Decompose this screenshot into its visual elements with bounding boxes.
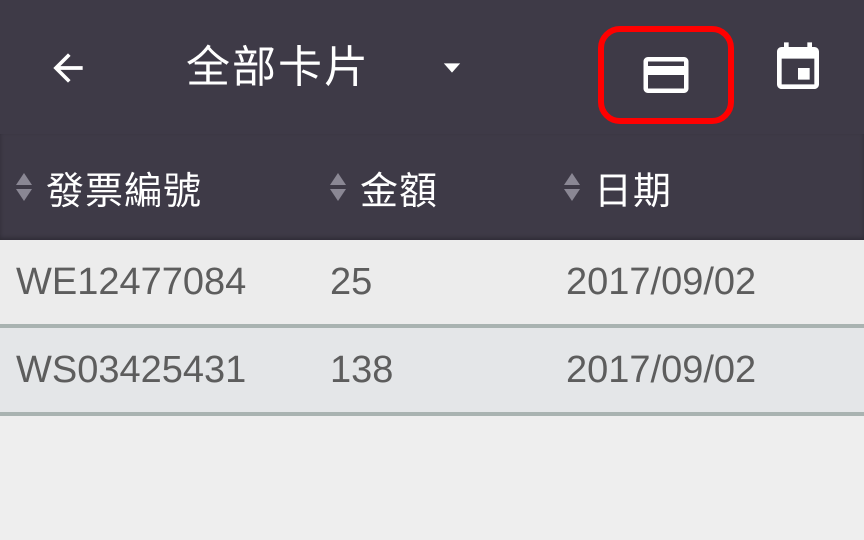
calendar-icon	[777, 42, 819, 89]
amount-cell: 25	[330, 261, 373, 303]
arrow-left-icon	[53, 53, 83, 83]
page-title: 全部卡片	[186, 42, 370, 93]
sort-icon	[560, 169, 584, 205]
column-header-amount[interactable]: 金額	[326, 134, 438, 240]
date-cell: 2017/09/02	[566, 261, 757, 303]
date-cell: 2017/09/02	[566, 349, 757, 391]
sort-icon	[326, 169, 350, 205]
app-screen: 全部卡片 發票編號 金額 日期 WE12477084 25 2017/09/02…	[0, 0, 864, 540]
amount-cell: 138	[330, 349, 394, 391]
invoice-number-cell: WE12477084	[16, 261, 247, 303]
table-row[interactable]: WE12477084 25 2017/09/02	[0, 240, 864, 328]
column-header-label: 發票編號	[46, 168, 203, 213]
sort-icon	[12, 169, 36, 205]
card-filter-dropdown-button[interactable]	[432, 48, 472, 88]
column-header-date[interactable]: 日期	[560, 134, 672, 240]
table-row[interactable]: WS03425431 138 2017/09/02	[0, 328, 864, 416]
calendar-view-button[interactable]	[766, 36, 830, 100]
card-view-button[interactable]	[598, 26, 734, 124]
top-toolbar: 全部卡片	[0, 0, 864, 134]
column-header-label: 日期	[594, 168, 673, 213]
card-filter-selector[interactable]: 全部卡片	[186, 36, 370, 100]
caret-down-icon	[443, 63, 461, 73]
invoice-number-cell: WS03425431	[16, 349, 247, 391]
column-header-invoice[interactable]: 發票編號	[12, 134, 202, 240]
table-header: 發票編號 金額 日期	[0, 134, 864, 240]
back-button[interactable]	[40, 40, 96, 96]
credit-card-icon	[643, 57, 689, 93]
column-header-label: 金額	[360, 168, 439, 213]
